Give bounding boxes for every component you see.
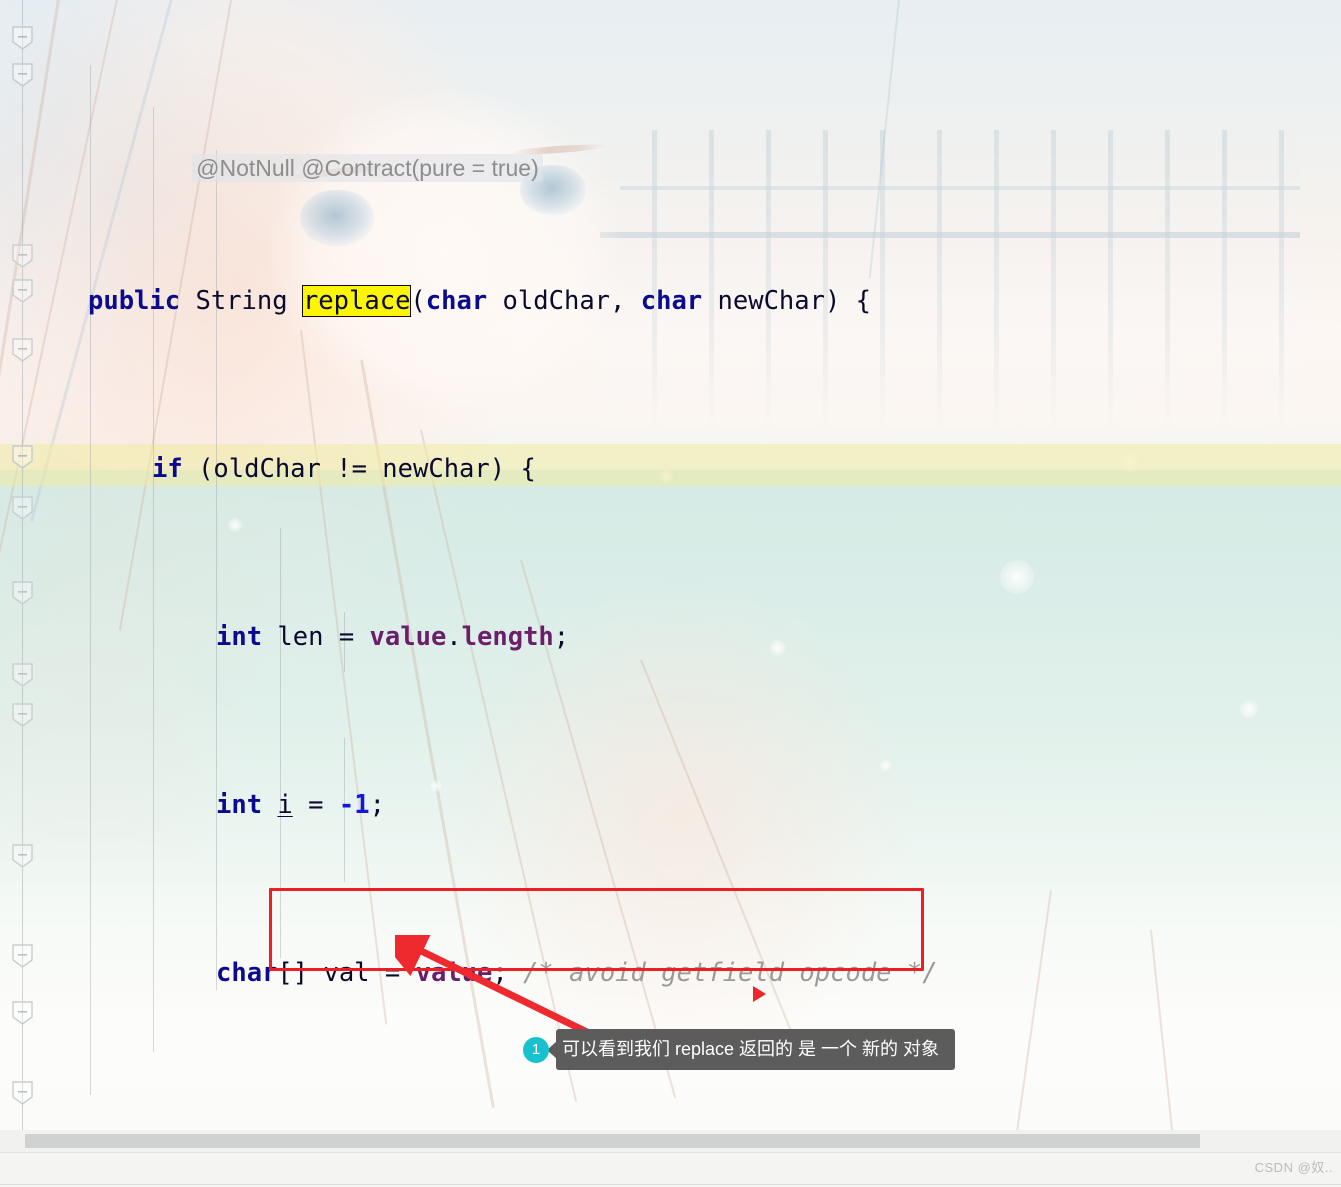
code-content[interactable]: @NotNull @Contract(pure = true) public S… (0, 0, 1341, 1187)
code-line[interactable]: int len = value.length; (0, 616, 1341, 658)
footer-bar (0, 1152, 1341, 1187)
inlay-hint-annotation: @NotNull @Contract(pure = true) (192, 154, 543, 182)
csdn-watermark: CSDN @奴.. (1254, 1160, 1333, 1175)
code-line[interactable]: public String replace(char oldChar, char… (0, 280, 1341, 322)
code-line[interactable]: if (oldChar != newChar) { (0, 448, 1341, 490)
horizontal-scrollbar-thumb[interactable] (25, 1134, 1200, 1148)
code-line[interactable]: char[] val = value; /* avoid getfield op… (0, 952, 1341, 994)
search-match-highlight: replace (301, 285, 412, 317)
code-line[interactable]: @NotNull @Contract(pure = true) (0, 126, 1341, 182)
code-editor-screenshot: @NotNull @Contract(pure = true) public S… (0, 0, 1341, 1187)
annotation-callout: 1 可以看到我们 replace 返回的 是 一个 新的 对象 (523, 1029, 956, 1070)
callout-number-badge: 1 (523, 1036, 549, 1063)
code-line[interactable]: int i = -1; (0, 784, 1341, 826)
bottom-divider (0, 1184, 1341, 1185)
callout-text: 可以看到我们 replace 返回的 是 一个 新的 对象 (556, 1029, 956, 1070)
